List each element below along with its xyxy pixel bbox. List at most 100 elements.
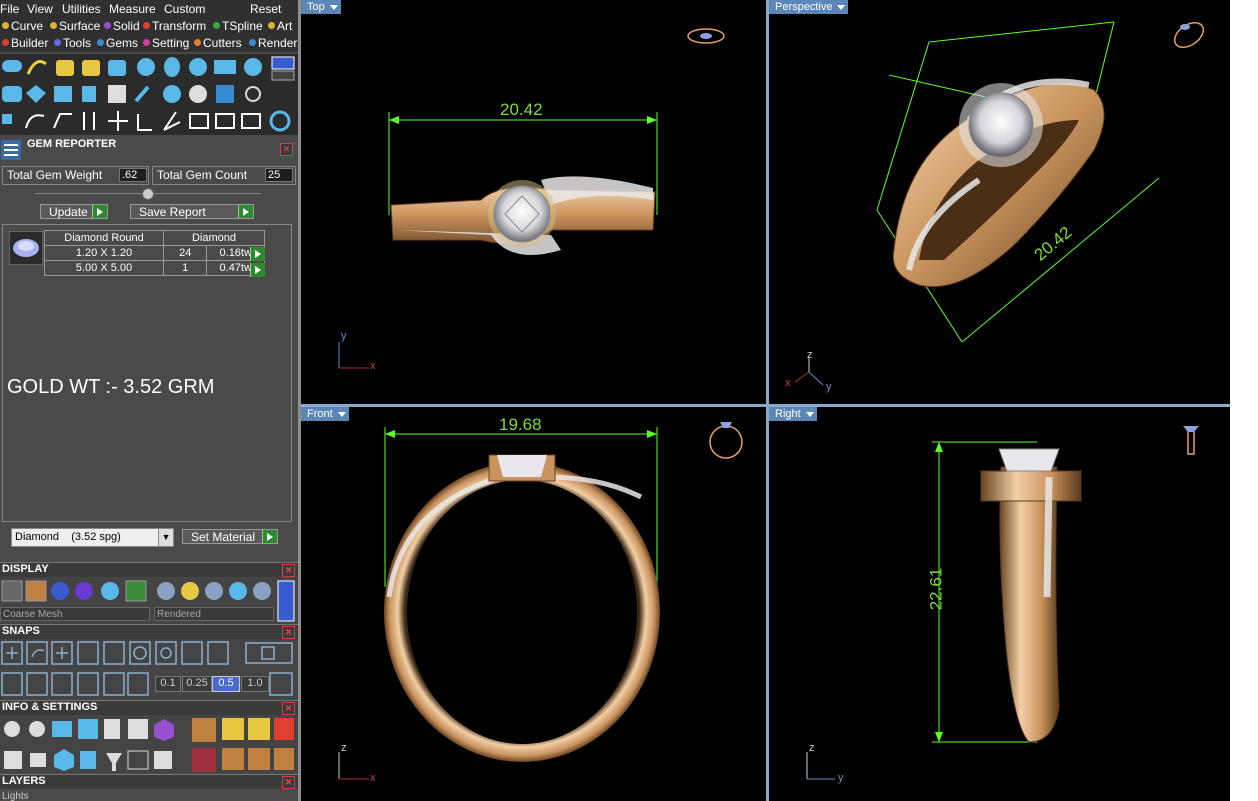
category-transform[interactable]: Transform: [143, 19, 206, 33]
gem-table-header: Diamond Round Diamond: [44, 230, 265, 246]
dot-icon: [54, 39, 61, 46]
viewport-right[interactable]: Right 22.61 z y: [769, 407, 1230, 801]
snaps-header: SNAPS ✕: [0, 624, 298, 639]
viewport-top[interactable]: Top 20.42 y x: [301, 0, 766, 404]
header-material: Diamond: [163, 230, 265, 246]
gem-reporter-header: GEM REPORTER ✕: [0, 138, 298, 162]
dot-icon: [249, 39, 256, 46]
ring-front-view: [338, 422, 743, 780]
slider-handle[interactable]: [142, 188, 154, 200]
table-row[interactable]: 1.20 X 1.20 24 0.16tw: [44, 245, 265, 261]
tool-icons-1[interactable]: [0, 54, 298, 81]
side-panel: File View Utilities Measure Custom Reset…: [0, 0, 298, 801]
total-count-box: Total Gem Count 25: [152, 166, 296, 185]
play-icon: [262, 530, 277, 543]
dot-icon: [2, 22, 9, 29]
category-tools[interactable]: Tools: [54, 36, 91, 50]
dot-icon: [194, 39, 201, 46]
gem-table: Diamond Round Diamond 1.20 X 1.20 24 0.1…: [44, 230, 265, 276]
gem-list-panel: Diamond Round Diamond 1.20 X 1.20 24 0.1…: [2, 224, 292, 522]
axis-label-y: y: [341, 330, 347, 342]
close-icon[interactable]: ✕: [280, 143, 293, 156]
axis-label-z: z: [341, 742, 347, 754]
grid-size-1.0[interactable]: 1.0: [241, 676, 269, 692]
axis-label-x: x: [785, 377, 791, 389]
tool-icons-3[interactable]: [0, 108, 298, 135]
info-icons[interactable]: [0, 715, 298, 773]
table-row[interactable]: 5.00 X 5.00 1 0.47tw: [44, 260, 265, 276]
axis-label-y: y: [838, 772, 844, 784]
dot-icon: [104, 22, 111, 29]
material-select[interactable]: Diamond (3.52 spg) ▼: [11, 528, 174, 547]
close-icon[interactable]: ✕: [282, 564, 295, 577]
total-weight-label: Total Gem Weight: [7, 168, 103, 182]
category-gems[interactable]: Gems: [97, 36, 138, 50]
set-material-button[interactable]: Set Material: [182, 529, 278, 544]
tool-icons-2[interactable]: [0, 81, 298, 108]
tool-row-3: [0, 108, 298, 135]
header-shape: Diamond Round: [44, 230, 164, 246]
tool-row-1: [0, 54, 298, 81]
menu-reset[interactable]: Reset: [250, 2, 281, 16]
category-builder[interactable]: Builder: [2, 36, 48, 50]
ring-top-view: [338, 28, 725, 369]
display-tools: Coarse Mesh Rendered: [0, 577, 298, 624]
menu-view[interactable]: View: [27, 2, 53, 16]
category-cutters[interactable]: Cutters: [194, 36, 242, 50]
menu-utilities[interactable]: Utilities: [62, 2, 101, 16]
category-setting[interactable]: Setting: [143, 36, 189, 50]
snaps-tools: 0.1 0.25 0.5 1.0: [0, 639, 298, 700]
dot-icon: [97, 39, 104, 46]
axis-label-y: y: [826, 381, 832, 393]
grid-size-0.1[interactable]: 0.1: [155, 676, 181, 692]
info-settings-header: INFO & SETTINGS ✕: [0, 700, 298, 715]
viewport-perspective[interactable]: Perspective 20.42 z x y: [769, 0, 1230, 404]
gem-reporter-title: GEM REPORTER: [27, 138, 117, 150]
total-weight-value: .62: [119, 168, 147, 182]
ring-right-view: [806, 426, 1199, 780]
row-go-button[interactable]: [250, 247, 265, 261]
total-count-value: 25: [265, 168, 293, 182]
chevron-down-icon[interactable]: ▼: [158, 529, 173, 546]
play-icon: [238, 205, 253, 218]
axis-label-x: x: [370, 772, 376, 784]
save-report-button[interactable]: Save Report: [130, 204, 254, 219]
row-go-button[interactable]: [250, 263, 265, 277]
dot-icon: [268, 22, 275, 29]
category-tspline[interactable]: TSpline: [213, 19, 263, 33]
divider-slider[interactable]: [35, 188, 261, 200]
category-render[interactable]: Render: [249, 36, 297, 50]
menu-measure[interactable]: Measure: [109, 2, 156, 16]
gem-count: 1: [162, 260, 208, 276]
ring-perspective-view: [794, 21, 1205, 386]
dot-icon: [143, 39, 150, 46]
update-button[interactable]: Update: [40, 204, 108, 219]
close-icon[interactable]: ✕: [282, 626, 295, 639]
dot-icon: [143, 22, 150, 29]
category-solid[interactable]: Solid: [104, 19, 140, 33]
grid-size-0.25[interactable]: 0.25: [182, 676, 212, 692]
menu-bar: File View Utilities Measure Custom Reset: [0, 0, 298, 18]
right-edge: [1230, 0, 1258, 801]
viewport-front[interactable]: Front 19.68 z x: [301, 407, 766, 801]
play-icon: [92, 205, 107, 218]
layer-lights[interactable]: Lights: [2, 791, 29, 801]
menu-custom[interactable]: Custom: [164, 2, 205, 16]
gem-count: 24: [162, 245, 208, 261]
axis-label-z: z: [807, 349, 813, 361]
dot-icon: [213, 22, 220, 29]
category-surface[interactable]: Surface: [50, 19, 100, 33]
gem-size: 1.20 X 1.20: [44, 245, 164, 261]
grid-size-0.5[interactable]: 0.5: [212, 676, 240, 692]
close-icon[interactable]: ✕: [282, 702, 295, 715]
gem-reporter-icon: [1, 140, 21, 160]
total-weight-box: Total Gem Weight .62: [2, 166, 149, 185]
axis-label-z: z: [809, 742, 815, 754]
category-art[interactable]: Art: [268, 19, 292, 33]
render-select[interactable]: Rendered: [154, 607, 274, 621]
menu-file[interactable]: File: [0, 2, 19, 16]
total-count-label: Total Gem Count: [157, 168, 248, 182]
mesh-select[interactable]: Coarse Mesh: [0, 607, 150, 621]
close-icon[interactable]: ✕: [282, 776, 295, 789]
category-curve[interactable]: Curve: [2, 19, 43, 33]
